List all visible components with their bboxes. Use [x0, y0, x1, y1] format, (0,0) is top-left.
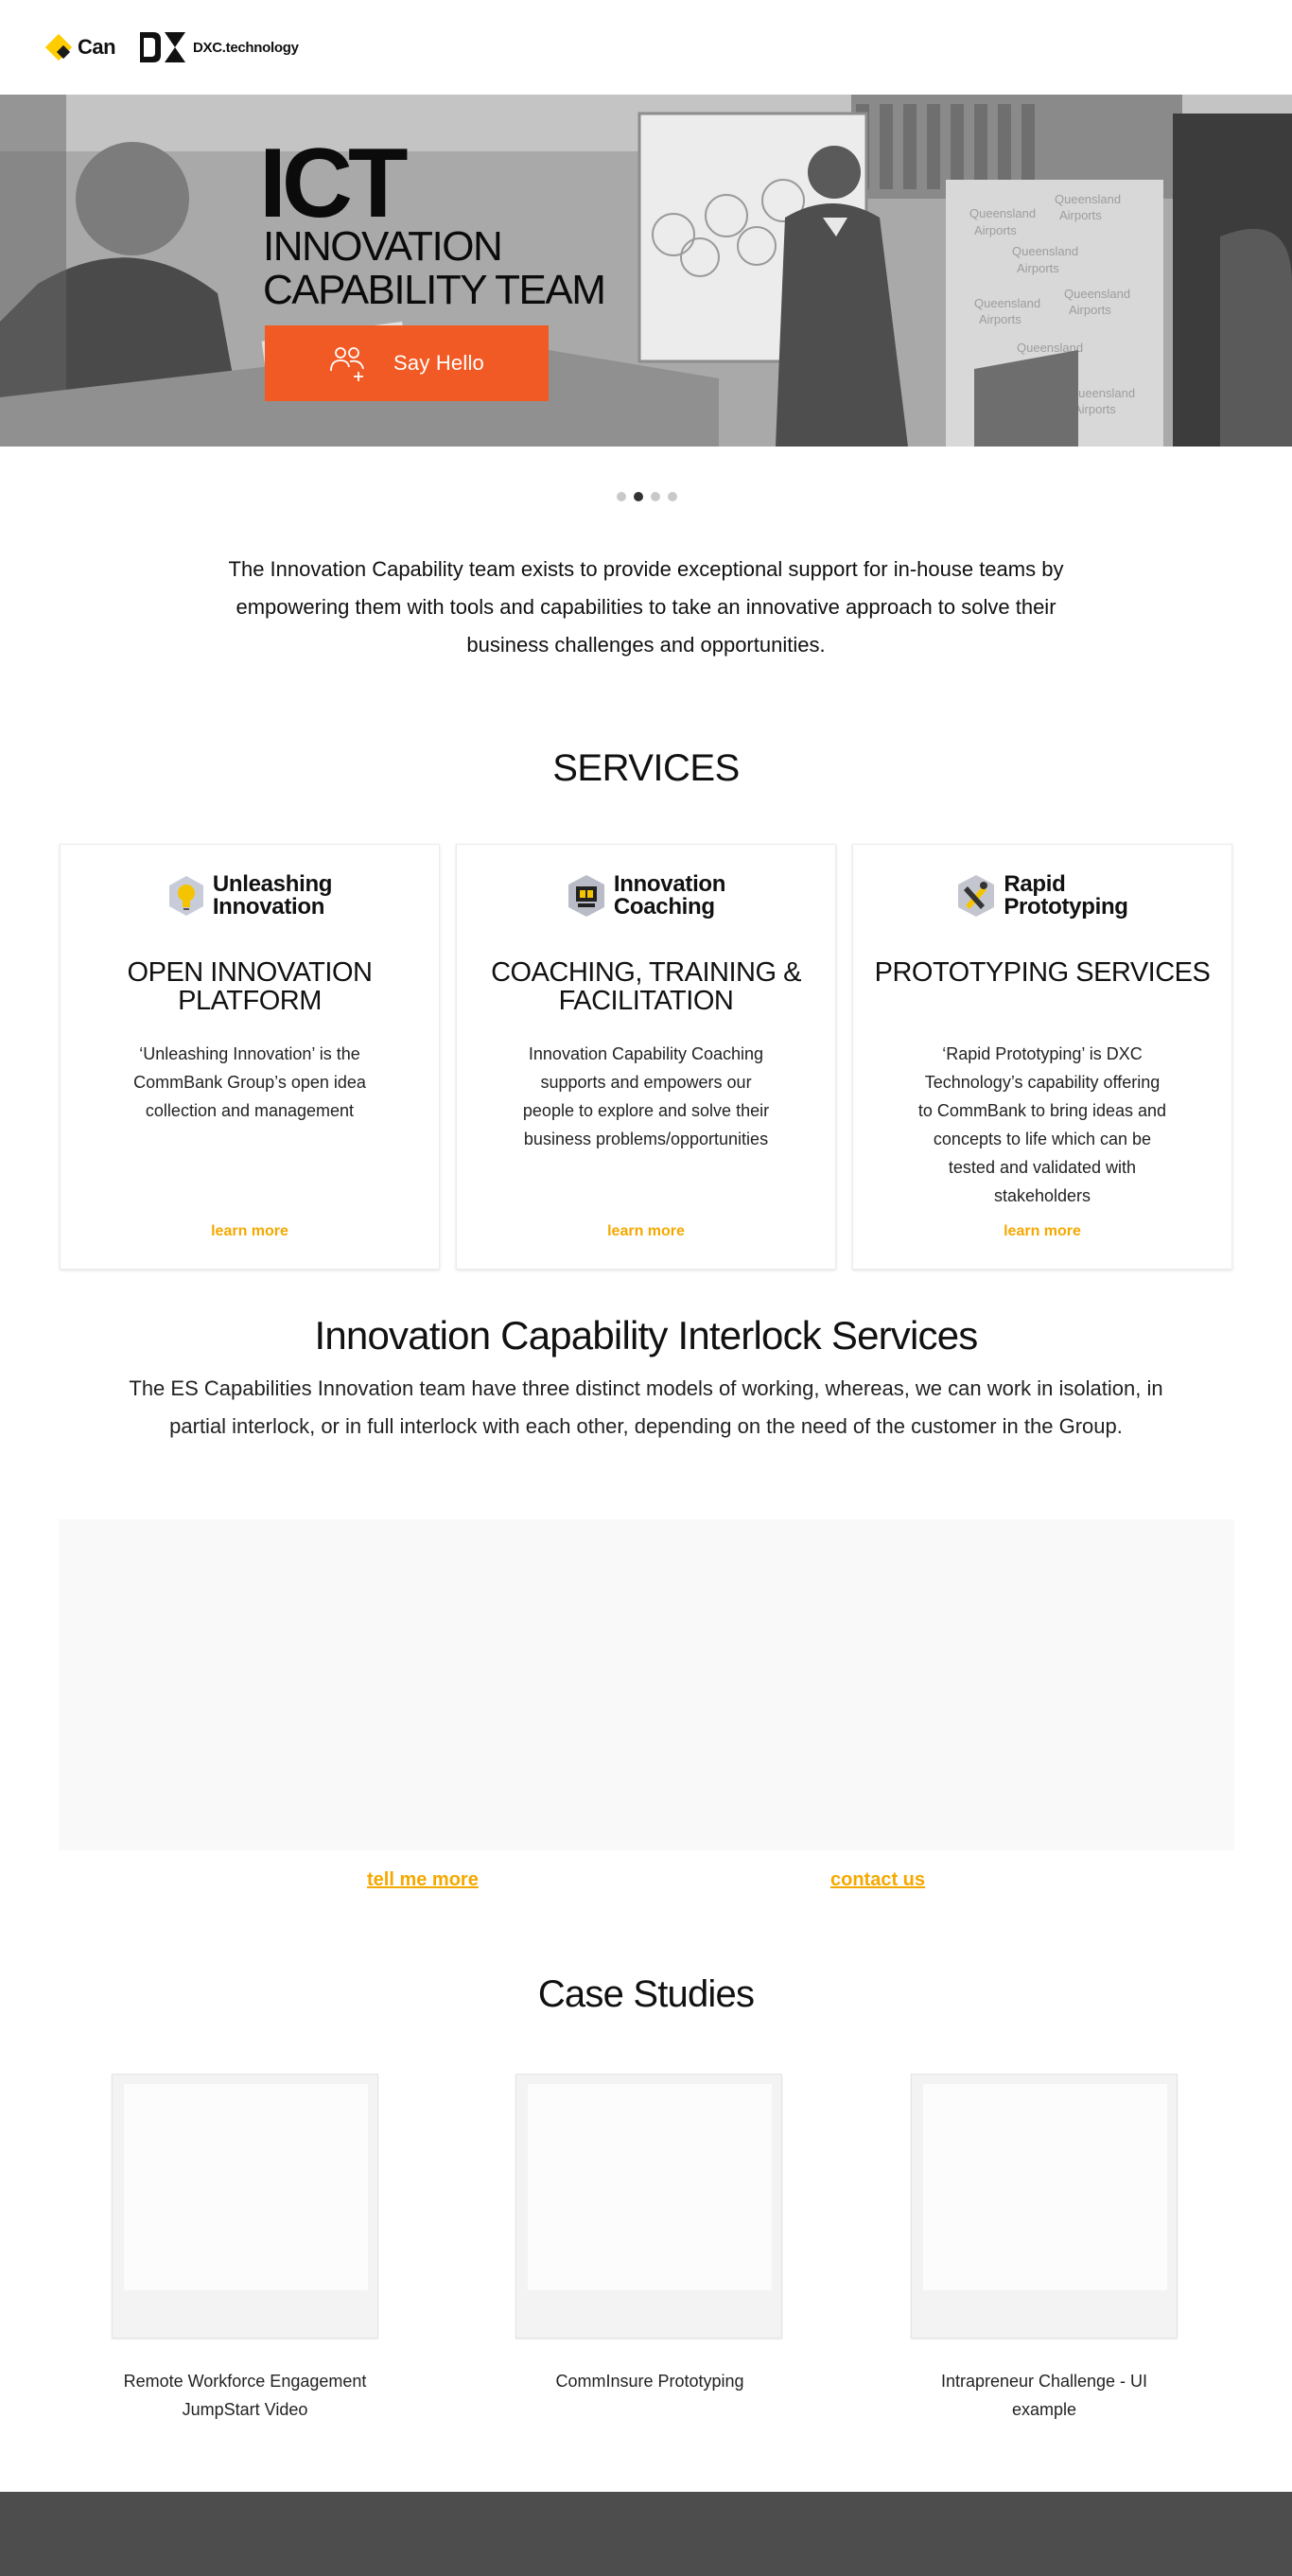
case-study-thumbnail-2 — [528, 2084, 772, 2290]
interlock-heading: Innovation Capability Interlock Services — [314, 1313, 978, 1358]
case-study-label-1[interactable]: Remote Workforce Engagement JumpStart Vi… — [103, 2367, 387, 2424]
svg-text:Airports: Airports — [1017, 261, 1059, 275]
hero-background-photo: Queensland Airports Queensland Airports Qu… — [0, 95, 1292, 447]
innovation-coaching-logo-text: Innovation Coaching — [613, 871, 726, 920]
case-study-thumbnail-1 — [124, 2084, 368, 2290]
contact-us-link[interactable]: contact us — [830, 1869, 925, 1891]
carousel-dot-4[interactable] — [668, 492, 677, 501]
interlock-description: The ES Capabilities Innovation team have… — [129, 1376, 1163, 1438]
svg-text:Airports: Airports — [1059, 208, 1102, 222]
case-study-label-3[interactable]: Intrapreneur Challenge - UI example — [902, 2367, 1186, 2424]
interlock-diagram-placeholder — [59, 1519, 1234, 1850]
service-card-prototyping: Rapid Prototyping PROTOTYPING SERVICES ‘… — [852, 844, 1232, 1270]
carousel-dot-2[interactable] — [634, 492, 643, 501]
dxc-logo[interactable]: DXC.technology — [140, 28, 299, 66]
service-1-logo-line-1: Unleashing — [212, 871, 333, 897]
unleashing-innovation-logo: Unleashing Innovation — [61, 867, 439, 924]
svg-text:Airports: Airports — [974, 223, 1017, 237]
commbank-logo[interactable]: Can — [44, 30, 116, 64]
lightbulb-icon — [168, 876, 203, 916]
service-1-title: OPEN INNOVATION PLATFORM — [127, 957, 373, 1016]
svg-text:Airports: Airports — [1069, 303, 1111, 317]
svg-text:Queensland: Queensland — [974, 296, 1040, 310]
svg-text:Queensland: Queensland — [1012, 244, 1078, 258]
service-2-learn-more-link[interactable]: learn more — [457, 1223, 835, 1240]
service-3-logo-line-1: Rapid — [1004, 871, 1066, 897]
service-2-logo-line-1: Innovation — [613, 871, 726, 897]
service-1-description: ‘Unleashing Innovation’ is the CommBank … — [133, 1044, 366, 1120]
site-header: Can DXC.technology — [0, 0, 1292, 95]
svg-text:Airports: Airports — [1074, 402, 1116, 416]
hero-title: ICT — [259, 129, 409, 238]
case-study-label-2[interactable]: CommInsure Prototyping — [508, 2367, 792, 2395]
svg-text:Airports: Airports — [979, 312, 1021, 326]
carousel-dot-3[interactable] — [651, 492, 660, 501]
add-people-icon — [330, 347, 364, 381]
innovation-coaching-logo: Innovation Coaching — [457, 867, 835, 924]
service-1-learn-more-link[interactable]: learn more — [61, 1223, 439, 1240]
service-card-coaching: Innovation Coaching COACHING, TRAINING &… — [456, 844, 836, 1270]
hero-subtitle: INNOVATION CAPABILITY TEAM — [263, 223, 606, 313]
commbank-logo-text: Can — [78, 35, 116, 59]
hero-banner: Queensland Airports Queensland Airports Qu… — [0, 95, 1292, 447]
commbank-diamond-icon — [44, 33, 73, 61]
svg-text:Queensland: Queensland — [1064, 287, 1130, 301]
service-2-description: Innovation Capability Coaching supports … — [522, 1044, 770, 1148]
service-3-title: PROTOTYPING SERVICES — [874, 957, 1211, 988]
case-study-card-3[interactable] — [911, 2074, 1178, 2339]
case-study-card-2[interactable] — [515, 2074, 782, 2339]
service-3-logo-line-2: Prototyping — [1004, 894, 1128, 920]
dxc-mark-icon — [140, 32, 185, 62]
service-3-description: ‘Rapid Prototyping’ is DXC Technology’s … — [917, 1044, 1167, 1205]
carousel-indicators — [617, 492, 677, 501]
say-hello-button[interactable]: Say Hello — [265, 325, 549, 401]
tools-icon — [958, 875, 995, 917]
hero-subtitle-line-1: INNOVATION — [263, 223, 503, 270]
svg-text:Queensland: Queensland — [1069, 386, 1135, 400]
svg-text:Queensland: Queensland — [969, 206, 1036, 220]
services-heading: SERVICES — [552, 747, 740, 789]
hero-subtitle-line-2: CAPABILITY TEAM — [263, 267, 606, 313]
service-2-logo-line-2: Coaching — [613, 894, 715, 920]
say-hello-label: Say Hello — [393, 351, 484, 375]
service-card-open-innovation: Unleashing Innovation OPEN INNOVATION PL… — [60, 844, 440, 1270]
case-studies-heading: Case Studies — [537, 1973, 755, 2015]
intro-text: The Innovation Capability team exists to… — [228, 557, 1064, 657]
rapid-prototyping-logo-text: Rapid Prototyping — [1004, 871, 1128, 920]
site-footer — [0, 2492, 1292, 2576]
rapid-prototyping-logo: Rapid Prototyping — [853, 867, 1231, 924]
service-2-title: COACHING, TRAINING & FACILITATION — [491, 957, 801, 1016]
carousel-dot-1[interactable] — [617, 492, 626, 501]
coaching-icon — [567, 875, 604, 917]
service-1-logo-line-2: Innovation — [212, 894, 325, 920]
case-study-card-1[interactable] — [112, 2074, 378, 2339]
case-study-thumbnail-3 — [923, 2084, 1167, 2290]
unleashing-innovation-logo-text: Unleashing Innovation — [212, 871, 333, 920]
svg-text:Queensland: Queensland — [1055, 192, 1121, 206]
dxc-logo-text: DXC.technology — [193, 39, 299, 56]
service-3-learn-more-link[interactable]: learn more — [853, 1223, 1231, 1240]
tell-me-more-link[interactable]: tell me more — [367, 1869, 479, 1891]
